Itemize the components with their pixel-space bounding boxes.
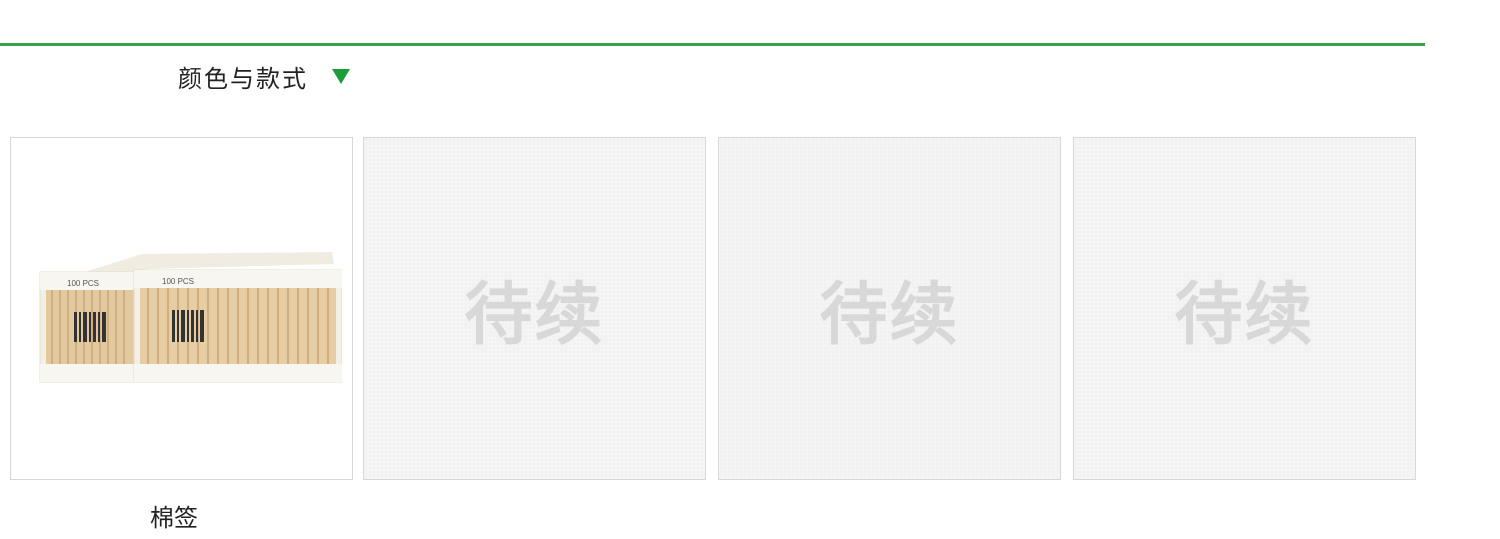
section-title: 颜色与款式 [178, 64, 308, 93]
placeholder-text: 待续 [819, 276, 960, 355]
cotton-swab-pack-image: 100 PCS 100 PCS [39, 251, 342, 382]
placeholder-text: 待续 [464, 276, 605, 355]
section-header[interactable]: 颜色与款式 [178, 58, 350, 94]
placeholder-text: 待续 [1174, 276, 1315, 355]
pack-text-left: 100 PCS [67, 279, 99, 288]
product-label: 棉签 [150, 504, 198, 532]
pack-text-right: 100 PCS [162, 277, 194, 286]
color-style-section: 颜色与款式 100 PCS 100 PCS 棉签 待续 待续 待续 [0, 0, 1500, 539]
placeholder-card-3: 待续 [1073, 137, 1416, 480]
product-card-cotton-swab[interactable]: 100 PCS 100 PCS [10, 137, 353, 480]
placeholder-card-2: 待续 [718, 137, 1061, 480]
placeholder-card-1: 待续 [363, 137, 706, 480]
section-divider [0, 43, 1425, 46]
triangle-down-icon[interactable] [332, 68, 350, 84]
